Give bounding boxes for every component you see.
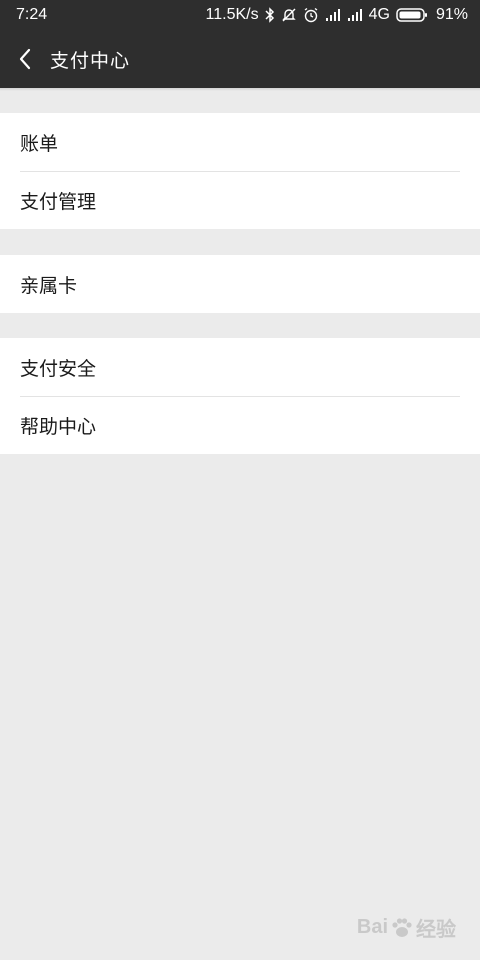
- battery-percent: 91%: [435, 6, 468, 23]
- menu-item-payment-management[interactable]: 支付管理: [0, 171, 480, 229]
- chevron-left-icon: [19, 48, 31, 70]
- menu-item-family-card[interactable]: 亲属卡: [0, 255, 480, 313]
- signal-icon: [325, 8, 341, 22]
- bluetooth-icon: [265, 7, 275, 23]
- menu-group-bills: 账单 支付管理: [0, 113, 480, 229]
- menu-item-help-center[interactable]: 帮助中心: [0, 396, 480, 454]
- menu-item-label: 账单: [20, 132, 59, 155]
- watermark-text-right: 经验: [416, 919, 456, 941]
- alarm-icon: [303, 7, 319, 23]
- page-title: 支付中心: [50, 49, 131, 72]
- menu-group-security: 支付安全 帮助中心: [0, 338, 480, 454]
- menu-item-bills[interactable]: 账单: [0, 113, 480, 171]
- menu-item-payment-security[interactable]: 支付安全: [0, 338, 480, 396]
- watermark-text-left: Bai: [356, 916, 388, 938]
- back-button[interactable]: [0, 30, 50, 88]
- menu-item-label: 支付安全: [20, 357, 97, 380]
- menu-item-label: 亲属卡: [20, 274, 78, 297]
- clock: 7:24: [16, 6, 48, 23]
- mute-bell-icon: [281, 7, 297, 23]
- menu-item-label: 支付管理: [20, 190, 97, 213]
- menu-item-label: 帮助中心: [20, 415, 97, 438]
- paw-icon: [392, 917, 412, 937]
- status-bar: 7:24 11.5K/s 4G 91%: [0, 0, 480, 30]
- battery-icon: [396, 7, 428, 23]
- header-shadow: [0, 88, 480, 91]
- status-icons: 11.5K/s 4G 91%: [206, 6, 468, 24]
- network-speed: 11.5K/s: [205, 6, 259, 23]
- signal-icon-2: [347, 8, 363, 22]
- network-type: 4G: [368, 6, 390, 23]
- menu-group-family-card: 亲属卡: [0, 255, 480, 313]
- title-bar: 支付中心: [0, 30, 480, 88]
- baidu-watermark: Bai 经验: [357, 913, 456, 942]
